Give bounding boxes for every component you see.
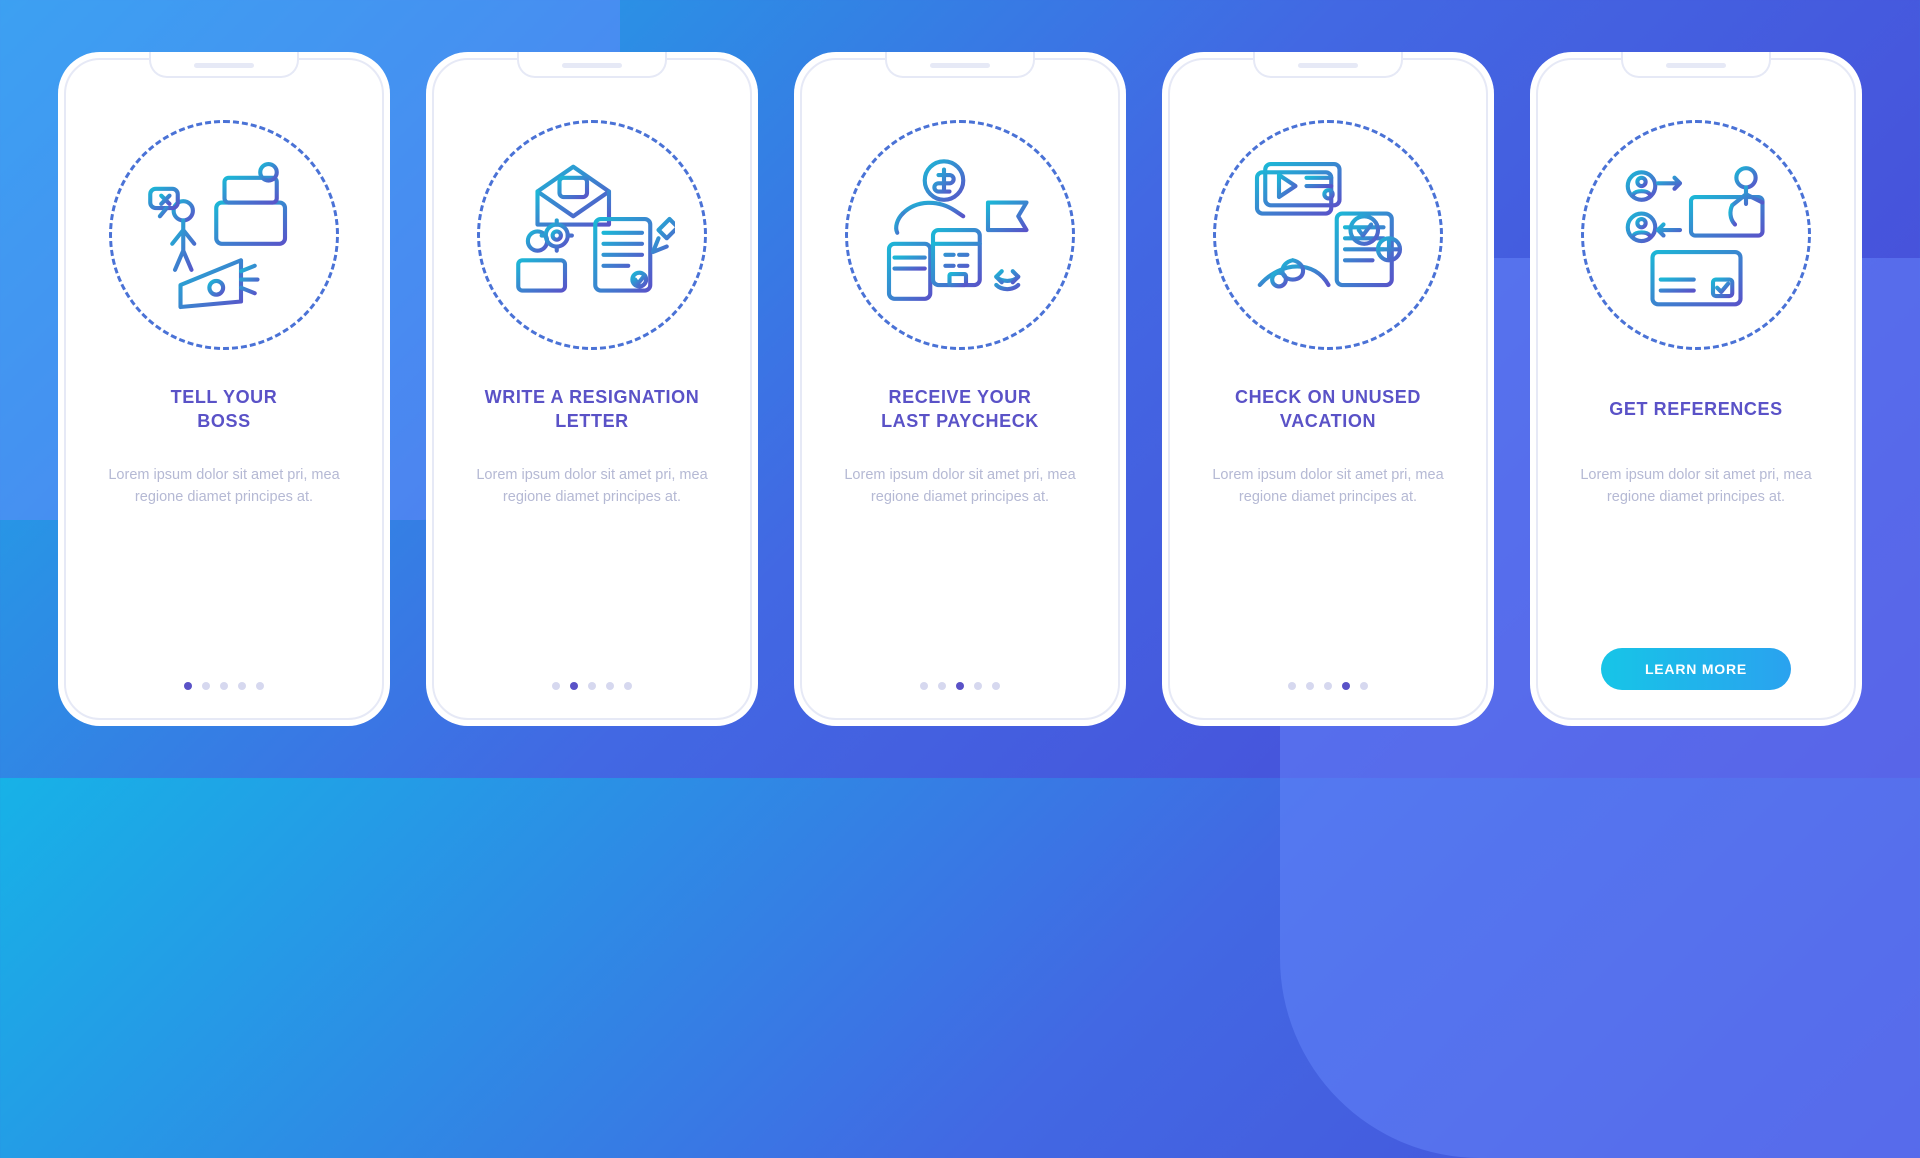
pagination-dots: [184, 682, 264, 690]
screen-title: GET REFERENCES: [1597, 384, 1794, 434]
pagination-dot[interactable]: [992, 682, 1000, 690]
pagination-dot[interactable]: [238, 682, 246, 690]
vacation-icon: [1213, 120, 1443, 350]
phone-mockup: GET REFERENCES Lorem ipsum dolor sit amet…: [1530, 52, 1862, 726]
pagination-dot[interactable]: [1360, 682, 1368, 690]
pagination-dot[interactable]: [920, 682, 928, 690]
phone-mockup: WRITE A RESIGNATION LETTER Lorem ipsum do…: [426, 52, 758, 726]
screen-body: Lorem ipsum dolor sit amet pri, mea regi…: [1552, 464, 1840, 509]
references-icon: [1581, 120, 1811, 350]
pagination-dot[interactable]: [220, 682, 228, 690]
phone-notch: [885, 52, 1035, 78]
phone-mockup: TELL YOUR BOSS Lorem ipsum dolor sit amet…: [58, 52, 390, 726]
screen-body: Lorem ipsum dolor sit amet pri, mea regi…: [448, 464, 736, 509]
paycheck-icon: [845, 120, 1075, 350]
screen-body: Lorem ipsum dolor sit amet pri, mea regi…: [80, 464, 368, 509]
pagination-dot-active[interactable]: [1342, 682, 1350, 690]
pagination-dot-active[interactable]: [184, 682, 192, 690]
screen-title: RECEIVE YOUR LAST PAYCHECK: [869, 384, 1051, 434]
phone-notch: [1621, 52, 1771, 78]
phone-notch: [149, 52, 299, 78]
learn-more-button[interactable]: LEARN MORE: [1601, 648, 1791, 690]
pagination-dots: [552, 682, 632, 690]
phone-mockup: RECEIVE YOUR LAST PAYCHECK Lorem ipsum do…: [794, 52, 1126, 726]
pagination-dots: [920, 682, 1000, 690]
pagination-dot[interactable]: [1324, 682, 1332, 690]
pagination-dot[interactable]: [624, 682, 632, 690]
phone-mockup: CHECK ON UNUSED VACATION Lorem ipsum dolo…: [1162, 52, 1494, 726]
pagination-dot-active[interactable]: [956, 682, 964, 690]
screen-title: CHECK ON UNUSED VACATION: [1223, 384, 1433, 434]
pagination-dot[interactable]: [1306, 682, 1314, 690]
phones-row: TELL YOUR BOSS Lorem ipsum dolor sit amet…: [58, 52, 1862, 726]
pagination-dots: [1288, 682, 1368, 690]
pagination-dot[interactable]: [256, 682, 264, 690]
tell-boss-icon: [109, 120, 339, 350]
screen-body: Lorem ipsum dolor sit amet pri, mea regi…: [816, 464, 1104, 509]
pagination-dot[interactable]: [202, 682, 210, 690]
pagination-dot[interactable]: [552, 682, 560, 690]
pagination-dot[interactable]: [588, 682, 596, 690]
pagination-dot-active[interactable]: [570, 682, 578, 690]
screen-title: WRITE A RESIGNATION LETTER: [473, 384, 712, 434]
screen-title: TELL YOUR BOSS: [159, 384, 290, 434]
phone-notch: [517, 52, 667, 78]
screen-body: Lorem ipsum dolor sit amet pri, mea regi…: [1184, 464, 1472, 509]
resignation-icon: [477, 120, 707, 350]
phone-notch: [1253, 52, 1403, 78]
pagination-dot[interactable]: [938, 682, 946, 690]
pagination-dot[interactable]: [1288, 682, 1296, 690]
pagination-dot[interactable]: [606, 682, 614, 690]
pagination-dot[interactable]: [974, 682, 982, 690]
